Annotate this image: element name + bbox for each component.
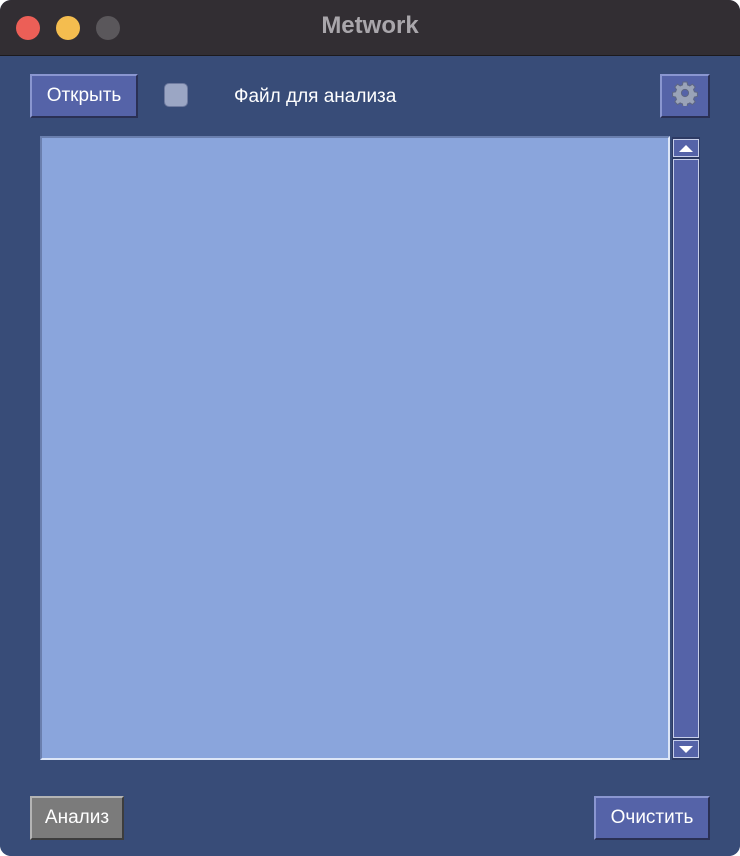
arrow-down-icon xyxy=(679,745,693,753)
app-window: Metwork Открыть Файл для анализа Анализ … xyxy=(0,0,740,856)
file-checkbox[interactable] xyxy=(164,83,188,107)
main-panel: Открыть Файл для анализа Анализ Очистить xyxy=(0,56,740,856)
clear-button[interactable]: Очистить xyxy=(594,796,710,840)
scroll-up-button[interactable] xyxy=(673,139,699,157)
output-text-area[interactable] xyxy=(40,136,670,760)
window-title: Metwork xyxy=(321,12,419,39)
title-bar[interactable]: Metwork xyxy=(0,0,740,56)
file-label: Файл для анализа xyxy=(234,86,397,107)
arrow-up-icon xyxy=(679,144,693,152)
analyze-button[interactable]: Анализ xyxy=(30,796,124,840)
vertical-scrollbar[interactable] xyxy=(672,137,700,760)
gear-icon xyxy=(672,80,698,112)
scroll-down-button[interactable] xyxy=(673,740,699,758)
open-button[interactable]: Открыть xyxy=(30,74,138,118)
settings-button[interactable] xyxy=(660,74,710,118)
scrollbar-thumb[interactable] xyxy=(673,159,699,738)
